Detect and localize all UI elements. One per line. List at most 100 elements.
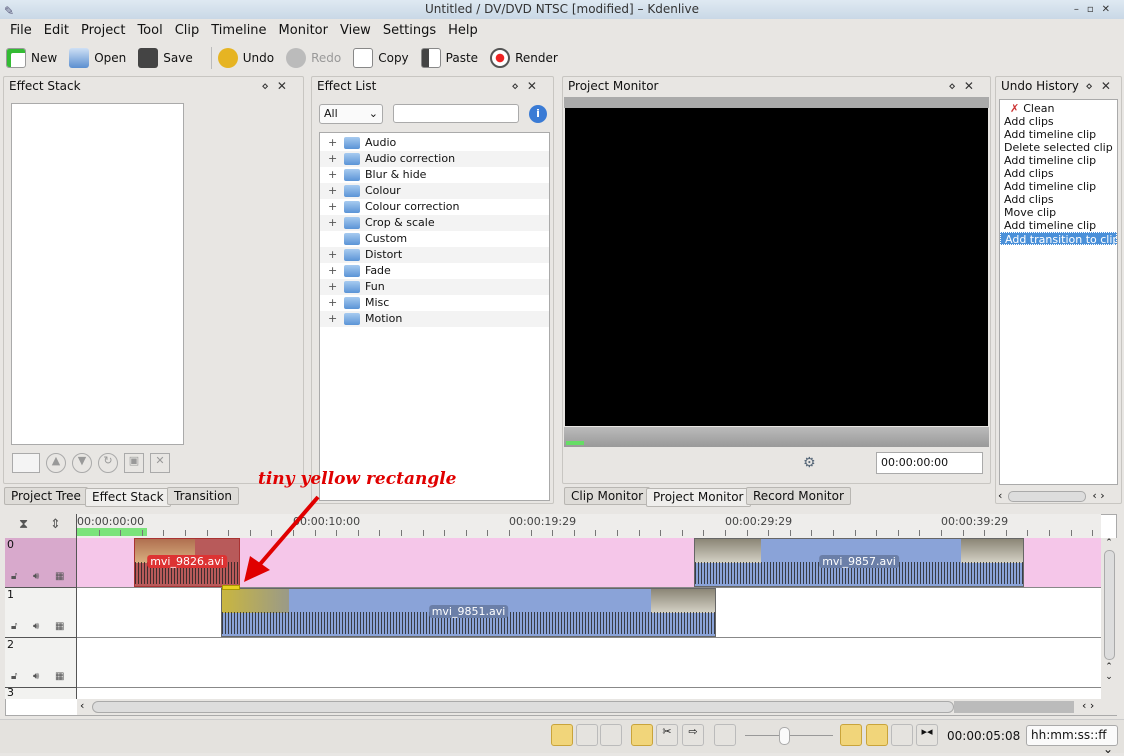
menu-clip[interactable]: Clip xyxy=(169,20,206,42)
dock-float-close-buttons[interactable]: ⋄✕ xyxy=(511,77,545,95)
overwrite-mode-icon[interactable] xyxy=(576,724,598,746)
zone-marker[interactable] xyxy=(77,528,147,536)
effect-category[interactable]: + Motion xyxy=(320,311,549,327)
dock-float-close-buttons[interactable]: ⋄✕ xyxy=(1085,77,1119,95)
menu-file[interactable]: File xyxy=(4,20,38,42)
effect-category[interactable]: + Crop & scale xyxy=(320,215,549,231)
undo-history-item[interactable]: Delete selected clip xyxy=(1000,141,1117,154)
undo-history-item[interactable]: Add clips xyxy=(1000,167,1117,180)
monitor-ruler[interactable] xyxy=(564,427,989,447)
video-display[interactable] xyxy=(565,108,988,426)
effect-category[interactable]: + Misc xyxy=(320,295,549,311)
window-controls[interactable]: –▫✕ xyxy=(1074,0,1118,19)
fit-zoom-icon[interactable] xyxy=(714,724,736,746)
clip-mvi-9857[interactable]: mvi_9857.avi xyxy=(694,538,1024,587)
tab-transition[interactable]: Transition xyxy=(167,487,240,505)
effect-stack-list[interactable] xyxy=(11,103,184,445)
collapse-tracks-icon[interactable]: ⧗ xyxy=(19,517,28,532)
monitor-settings-gear-icon[interactable]: ⚙ xyxy=(803,455,816,471)
menu-tool[interactable]: Tool xyxy=(131,20,168,42)
menu-view[interactable]: View xyxy=(334,20,377,42)
expand-icon[interactable]: + xyxy=(328,295,337,311)
move-up-icon[interactable]: ▲ xyxy=(46,453,66,473)
move-down-icon[interactable]: ▼ xyxy=(72,453,92,473)
timeline-vscrollbar[interactable]: ⌃ ⌃ ⌄ xyxy=(1101,538,1117,699)
show-markers-icon[interactable] xyxy=(891,724,913,746)
undo-hscrollbar[interactable]: ‹ ‹ › xyxy=(998,489,1120,505)
undo-history-item[interactable]: Add timeline clip xyxy=(1000,154,1117,167)
tab-record-monitor[interactable]: Record Monitor xyxy=(746,487,851,505)
undo-history-item[interactable]: ✗ Clean xyxy=(1000,102,1117,115)
timeline-hscrollbar[interactable]: ‹ ‹ › xyxy=(77,699,1117,715)
lock-icon[interactable]: 🔓︎ xyxy=(11,671,17,682)
tab-project-monitor[interactable]: Project Monitor xyxy=(646,488,751,507)
track-2[interactable] xyxy=(77,638,1101,688)
mute-audio-icon[interactable]: 🔊︎ xyxy=(33,571,39,582)
tab-effect-stack[interactable]: Effect Stack xyxy=(85,488,171,507)
track-header-1[interactable]: 1 🔓︎ 🔊︎ ▦ xyxy=(5,588,77,638)
save-button[interactable]: Save xyxy=(138,48,193,68)
expand-icon[interactable]: + xyxy=(328,263,337,279)
copy-button[interactable]: Copy xyxy=(353,48,409,68)
hide-video-icon[interactable]: ▦ xyxy=(55,571,64,582)
undo-history-item[interactable]: Add timeline clip xyxy=(1000,128,1117,141)
menu-edit[interactable]: Edit xyxy=(38,20,75,42)
effect-category[interactable]: + Distort xyxy=(320,247,549,263)
hide-video-icon[interactable]: ▦ xyxy=(55,621,64,632)
render-button[interactable]: Render xyxy=(490,48,558,68)
insert-mode-icon[interactable] xyxy=(600,724,622,746)
delete-effect-icon[interactable]: ✕ xyxy=(150,453,170,473)
tab-clip-monitor[interactable]: Clip Monitor xyxy=(564,487,651,505)
expand-icon[interactable]: + xyxy=(328,151,337,167)
mute-audio-icon[interactable]: 🔊︎ xyxy=(33,621,39,632)
new-button[interactable]: New xyxy=(6,48,57,68)
tab-project-tree[interactable]: Project Tree xyxy=(4,487,88,505)
undo-history-item[interactable]: Move clip xyxy=(1000,206,1117,219)
menu-settings[interactable]: Settings xyxy=(377,20,442,42)
effect-filter-select[interactable]: All ⌄ xyxy=(319,104,383,124)
effect-category[interactable]: + Fun xyxy=(320,279,549,295)
expand-tracks-icon[interactable]: ⇕ xyxy=(50,517,61,532)
show-thumbnails-icon[interactable] xyxy=(840,724,862,746)
mute-audio-icon[interactable]: 🔊︎ xyxy=(33,671,39,682)
menu-timeline[interactable]: Timeline xyxy=(205,20,272,42)
reset-icon[interactable]: ↻ xyxy=(98,453,118,473)
track-header-2[interactable]: 2 🔓︎ 🔊︎ ▦ xyxy=(5,638,77,688)
effect-category[interactable]: + Blur & hide xyxy=(320,167,549,183)
show-audio-thumbnails-icon[interactable] xyxy=(866,724,888,746)
undo-history-item[interactable]: Add clips xyxy=(1000,115,1117,128)
effect-category[interactable]: + Colour xyxy=(320,183,549,199)
effect-search-input[interactable] xyxy=(393,104,519,123)
expand-icon[interactable]: + xyxy=(328,167,337,183)
spacer-tool-icon[interactable]: ⇨ xyxy=(682,724,704,746)
expand-icon[interactable]: + xyxy=(328,135,337,151)
expand-icon[interactable]: + xyxy=(328,183,337,199)
selection-tool-icon[interactable] xyxy=(631,724,653,746)
track-header-3[interactable]: 3 xyxy=(5,687,77,699)
hide-video-icon[interactable]: ▦ xyxy=(55,671,64,682)
expand-icon[interactable]: + xyxy=(328,199,337,215)
expand-icon[interactable]: + xyxy=(328,247,337,263)
expand-icon[interactable]: + xyxy=(328,215,337,231)
clip-mvi-9851[interactable]: mvi_9851.avi xyxy=(221,588,716,637)
effect-category[interactable]: Custom xyxy=(320,231,549,247)
clip-mvi-9826[interactable]: mvi_9826.avi xyxy=(134,538,240,587)
snap-icon[interactable]: ▸◂ xyxy=(916,724,938,746)
effect-category[interactable]: + Audio correction xyxy=(320,151,549,167)
open-button[interactable]: Open xyxy=(69,48,126,68)
effect-category[interactable]: + Colour correction xyxy=(320,199,549,215)
redo-button[interactable]: Redo xyxy=(286,48,341,68)
paste-button[interactable]: Paste xyxy=(420,48,478,68)
razor-tool-icon[interactable]: ✂ xyxy=(656,724,678,746)
undo-history-item[interactable]: Add clips xyxy=(1000,193,1117,206)
effect-category[interactable]: + Audio xyxy=(320,135,549,151)
menu-monitor[interactable]: Monitor xyxy=(273,20,334,42)
timecode-format-select[interactable]: hh:mm:ss::ff ⌄ xyxy=(1026,725,1118,756)
normal-edit-mode-icon[interactable] xyxy=(551,724,573,746)
dock-float-close-buttons[interactable]: ⋄✕ xyxy=(261,77,295,95)
dock-float-close-buttons[interactable]: ⋄✕ xyxy=(948,77,982,95)
expand-icon[interactable]: + xyxy=(328,311,337,327)
zoom-slider-handle[interactable] xyxy=(779,727,790,745)
lock-icon[interactable]: 🔓︎ xyxy=(11,621,17,632)
save-effect-icon[interactable]: ▣ xyxy=(124,453,144,473)
